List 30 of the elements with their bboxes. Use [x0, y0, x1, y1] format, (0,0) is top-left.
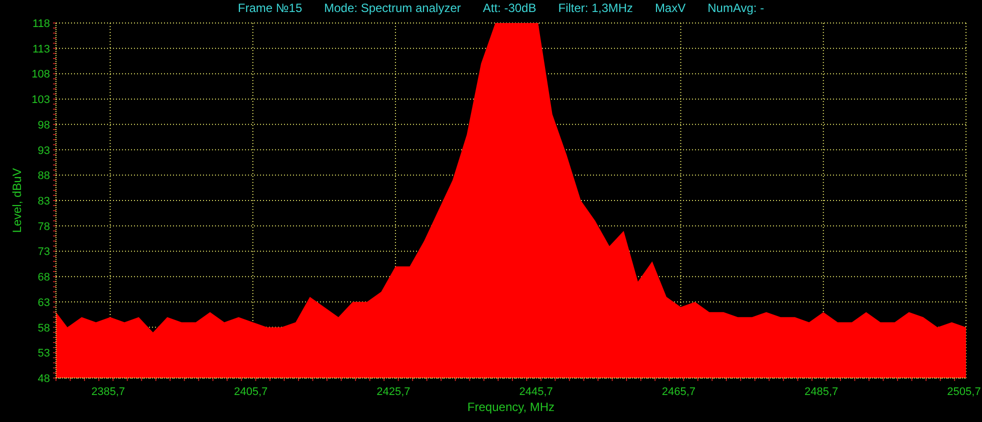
axis-tick-label: 2385,7	[91, 386, 126, 398]
axis-tick-label: 73	[38, 246, 50, 258]
axis-tick-label: 2405,7	[234, 386, 268, 398]
axis-tick-label: 48	[38, 373, 50, 385]
axis-tick-label: 2505,7	[947, 386, 981, 398]
axis-tick-label: 63	[38, 296, 50, 309]
axis-tick-label: 83	[38, 196, 50, 208]
axis-tick-label: 58	[38, 322, 50, 334]
axis-tick-label: 78	[38, 220, 50, 233]
header-text: Frame №15	[238, 1, 302, 15]
axis-tick-label: 93	[38, 144, 50, 157]
header-text: Att: -30dB	[482, 1, 536, 15]
axis-title: Frequency, MHz	[467, 400, 555, 414]
header-text: NumAvg: -	[708, 1, 764, 15]
axis-tick-label: 103	[32, 94, 50, 106]
axis-tick-label: 68	[38, 272, 50, 284]
axis-title: Level, dBuV	[10, 168, 24, 233]
axis-tick-label: 118	[32, 18, 50, 30]
axis-tick-label: 2425,7	[376, 386, 410, 398]
header-text: MaxV	[654, 1, 686, 15]
axis-tick-label: 2445,7	[519, 386, 553, 398]
axis-tick-label: 88	[38, 170, 50, 182]
axis-tick-label: 98	[38, 119, 50, 132]
axis-tick-label: 2485,7	[804, 386, 838, 398]
header-text: Filter: 1,3MHz	[558, 1, 633, 15]
axis-tick-label: 108	[32, 68, 50, 81]
axis-tick-label: 113	[32, 43, 50, 56]
axis-tick-label: 53	[38, 348, 50, 360]
axis-tick-label: 2465,7	[662, 386, 696, 398]
header-text: Mode: Spectrum analyzer	[324, 1, 461, 15]
